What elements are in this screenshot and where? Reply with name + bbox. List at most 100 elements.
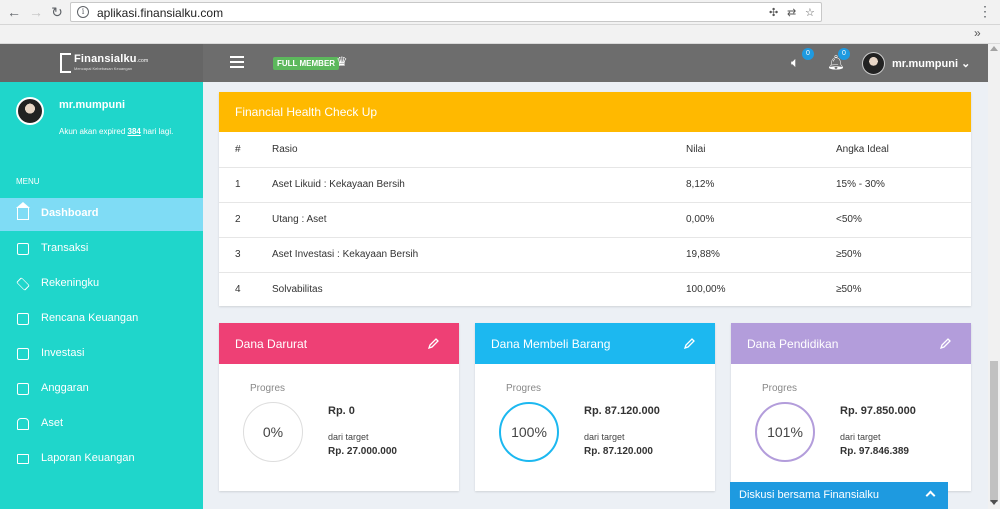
- goal-amount: Rp. 97.850.000: [840, 405, 916, 417]
- pencil-icon[interactable]: [683, 337, 696, 350]
- bookmarks-more-icon[interactable]: »: [974, 26, 981, 40]
- brand[interactable]: Finansialku.com Mencapai Kebebasan Keuan…: [0, 44, 203, 82]
- column-header: Angka Ideal: [836, 132, 971, 168]
- sidebar-item-label: Rekeningku: [41, 277, 100, 289]
- sidebar-item-label: Transaksi: [41, 242, 89, 254]
- goal-target-label: dari target: [840, 432, 881, 442]
- column-header: #: [219, 132, 272, 168]
- sidebar-username: mr.mumpuni: [59, 99, 126, 111]
- table-row: 4 Solvabilitas 100,00% ≥50%: [219, 272, 971, 307]
- chat-label: Diskusi bersama Finansialku: [739, 489, 879, 501]
- row-number: 1: [219, 167, 272, 203]
- health-check-title: Financial Health Check Up: [219, 92, 971, 132]
- sidebar-item-rencana-keuangan[interactable]: Rencana Keuangan: [0, 303, 203, 336]
- bookmark-star-icon[interactable]: ☆: [805, 6, 815, 19]
- brand-logo-icon: [60, 53, 71, 73]
- scroll-thumb[interactable]: [990, 361, 998, 502]
- ratio-name: Aset Likuid : Kekayaan Bersih: [272, 167, 686, 203]
- speaker-icon[interactable]: 🔈︎: [791, 54, 799, 71]
- clipboard-icon: [17, 313, 29, 325]
- app-header: Finansialku.com Mencapai Kebebasan Keuan…: [0, 44, 988, 82]
- ratio-name: Solvabilitas: [272, 284, 323, 296]
- pencil-icon[interactable]: [427, 337, 440, 350]
- column-header: Rasio: [272, 132, 686, 168]
- pencil-icon[interactable]: [939, 337, 952, 350]
- sidebar-item-rekeningku[interactable]: Rekeningku: [0, 268, 203, 301]
- calculator-icon: [17, 383, 29, 395]
- column-header: Nilai: [686, 132, 836, 168]
- goal-amount: Rp. 0: [328, 405, 355, 417]
- discussion-chat-widget[interactable]: Diskusi bersama Finansialku: [730, 482, 948, 509]
- sidebar-item-investasi[interactable]: Investasi: [0, 338, 203, 371]
- goal-target: Rp. 87.120.000: [584, 446, 653, 457]
- home-icon: [16, 202, 30, 220]
- user-menu[interactable]: mr.mumpuni ⌄: [892, 57, 970, 70]
- table-row: 1 Aset Likuid : Kekayaan Bersih 8,12% 15…: [219, 167, 971, 203]
- ratio-ideal: ≥50%: [836, 284, 862, 296]
- translate-icon[interactable]: ⇄: [787, 6, 796, 19]
- sidebar-item-transaksi[interactable]: Transaksi: [0, 233, 203, 266]
- goal-title: Dana Membeli Barang: [475, 323, 715, 364]
- health-check-card: Financial Health Check Up # Rasio Nilai …: [219, 92, 971, 306]
- address-bar[interactable]: i aplikasi.finansialku.com ✣ ⇄ ☆: [70, 2, 822, 22]
- ratio-ideal: 15% - 30%: [836, 167, 971, 203]
- goal-card-dana-membeli-barang: Dana Membeli Barang Progres 100% Rp. 87.…: [475, 323, 715, 491]
- goal-card-dana-pendidikan: Dana Pendidikan Progres 101% Rp. 97.850.…: [731, 323, 971, 491]
- sidebar-item-aset[interactable]: Aset: [0, 408, 203, 441]
- progress-label: Progres: [762, 383, 798, 394]
- chevron-up-icon[interactable]: [925, 490, 936, 501]
- ratio-value: 100,00%: [686, 284, 726, 296]
- browser-toolbar: ← → ↻ i aplikasi.finansialku.com ✣ ⇄ ☆ ⋮: [0, 0, 1000, 25]
- folder-icon: [17, 454, 29, 464]
- table-row: 2 Utang : Aset 0,00% <50%: [219, 202, 971, 238]
- crown-icon: ♛: [336, 54, 348, 69]
- layers-icon: [16, 277, 30, 291]
- sidebar: mr.mumpuni Akun akan expired 384 hari la…: [0, 82, 203, 509]
- ratio-value: 0,00%: [686, 202, 836, 238]
- row-number: 4: [235, 284, 241, 296]
- car-icon: [17, 418, 29, 430]
- sidebar-item-anggaran[interactable]: Anggaran: [0, 373, 203, 406]
- sidebar-item-label: Dashboard: [41, 207, 99, 219]
- scroll-up-icon[interactable]: [990, 46, 998, 51]
- ratio-name: Aset Investasi : Kekayaan Bersih: [272, 237, 686, 273]
- goal-amount: Rp. 87.120.000: [584, 405, 660, 417]
- extension-blocked-icon[interactable]: ✣: [769, 6, 778, 19]
- account-expiry: Akun akan expired 384 hari lagi.: [59, 127, 174, 136]
- reload-icon[interactable]: ↻: [48, 3, 66, 21]
- browser-menu-icon[interactable]: ⋮: [978, 2, 992, 20]
- sidebar-item-label: Anggaran: [41, 382, 89, 394]
- back-icon[interactable]: ←: [5, 3, 23, 21]
- ratio-ideal: ≥50%: [836, 237, 971, 273]
- avatar[interactable]: [862, 52, 885, 75]
- menu-title: MENU: [16, 177, 40, 186]
- bell-count-badge: 0: [838, 48, 850, 60]
- table-header-row: # Rasio Nilai Angka Ideal: [219, 132, 971, 168]
- sidebar-item-laporan-keuangan[interactable]: Laporan Keuangan: [0, 443, 203, 476]
- forward-icon[interactable]: →: [27, 3, 45, 21]
- table-row: 3 Aset Investasi : Kekayaan Bersih 19,88…: [219, 237, 971, 273]
- goal-target-label: dari target: [584, 432, 625, 442]
- ratio-value: 8,12%: [686, 167, 836, 203]
- progress-label: Progres: [506, 383, 542, 394]
- progress-circle: 0%: [243, 402, 303, 462]
- sidebar-item-dashboard[interactable]: Dashboard: [0, 198, 203, 231]
- brand-name: Finansialku.com: [74, 53, 149, 65]
- page-scrollbar[interactable]: [988, 44, 1000, 509]
- bookmarks-bar: »: [0, 25, 1000, 44]
- progress-label: Progres: [250, 383, 286, 394]
- table-icon: [17, 243, 29, 255]
- site-info-icon[interactable]: i: [77, 6, 89, 18]
- ratio-name: Utang : Aset: [272, 202, 686, 238]
- sidebar-item-label: Laporan Keuangan: [41, 452, 135, 464]
- row-number: 2: [219, 202, 272, 238]
- goal-target: Rp. 27.000.000: [328, 446, 397, 457]
- url-text[interactable]: aplikasi.finansialku.com: [97, 6, 223, 20]
- progress-circle: 100%: [499, 402, 559, 462]
- scroll-down-icon[interactable]: [990, 500, 998, 505]
- brand-tagline: Mencapai Kebebasan Keuangan: [74, 66, 133, 71]
- sidebar-item-label: Rencana Keuangan: [41, 312, 139, 324]
- goal-target: Rp. 97.846.389: [840, 446, 909, 457]
- row-number: 3: [219, 237, 272, 273]
- hamburger-menu-icon[interactable]: [230, 56, 244, 68]
